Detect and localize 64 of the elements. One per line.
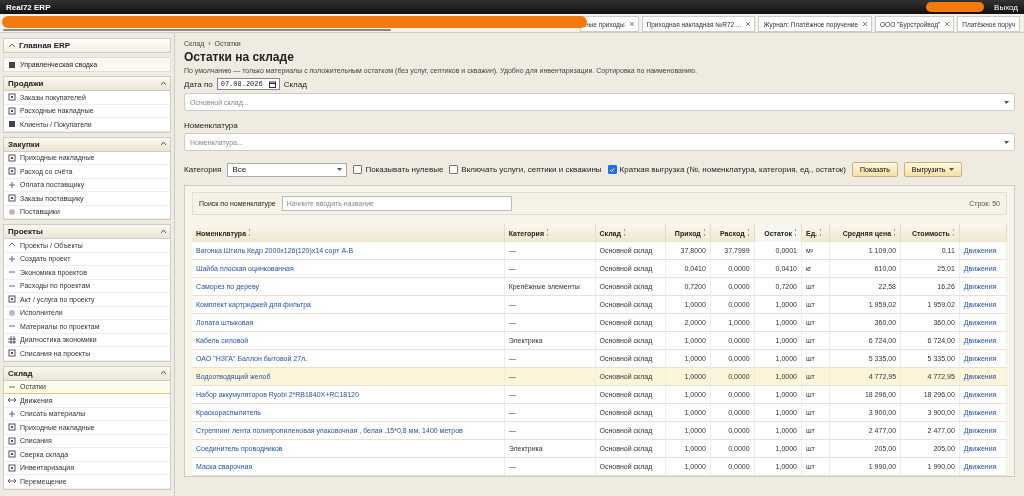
logout-link[interactable]: Выход (994, 2, 1018, 12)
category-select[interactable]: Все (227, 162, 348, 177)
dropdown-caret-icon (1004, 140, 1009, 144)
grid-icon (8, 335, 16, 344)
checkbox-label[interactable]: Краткая выгрузка (№, номенклатура, категория, ед., остаток) (619, 165, 846, 174)
dropdown-caret-icon (1004, 100, 1009, 104)
sort-icon[interactable] (793, 229, 797, 236)
sort-icon[interactable] (819, 229, 823, 236)
close-icon[interactable] (746, 22, 751, 26)
collapse-icon[interactable] (161, 142, 166, 146)
close-icon[interactable] (629, 22, 634, 26)
box-icon (8, 436, 16, 445)
box-icon (8, 153, 16, 162)
section-header[interactable]: Продажи (4, 77, 170, 91)
box-icon (8, 93, 16, 102)
checkbox-label[interactable]: Включать услуги, септики и скважины (461, 165, 602, 174)
square-icon (8, 60, 16, 69)
checkbox[interactable] (353, 165, 363, 174)
disc-icon (8, 308, 16, 317)
arrows-icon (8, 477, 16, 486)
caret-icon (949, 168, 955, 171)
checkbox[interactable] (607, 165, 617, 174)
box-icon (8, 167, 16, 176)
box-icon (8, 463, 16, 472)
dropdown-caret-icon (337, 168, 343, 171)
sort-icon[interactable] (746, 229, 750, 236)
calendar-icon[interactable] (268, 80, 276, 88)
disc-icon (8, 207, 16, 216)
section-header[interactable]: Закупки (4, 137, 170, 152)
section-header[interactable]: Проекты (4, 225, 170, 239)
redaction-mark (926, 2, 985, 12)
box-icon (8, 194, 16, 203)
home-link[interactable]: Главная ERP (3, 38, 171, 53)
plus-icon (8, 254, 16, 263)
collapse-icon[interactable] (161, 371, 166, 375)
close-icon[interactable] (863, 22, 868, 26)
sort-icon[interactable] (893, 229, 897, 236)
box-icon (8, 423, 16, 432)
box-icon (8, 349, 16, 358)
field-label: Дата по (184, 79, 213, 89)
sort-icon[interactable] (622, 229, 626, 236)
field-label: Номенклатура (184, 121, 239, 130)
plus-icon (8, 180, 16, 189)
square-icon (8, 120, 16, 129)
box-icon (8, 106, 16, 115)
sort-icon[interactable] (545, 229, 549, 236)
collapse-icon[interactable] (161, 229, 166, 234)
page-title: Остатки на складе (184, 50, 295, 64)
scrollbar[interactable] (3, 29, 391, 31)
field-label: Категория (184, 165, 222, 174)
collapse-icon[interactable] (161, 81, 166, 86)
field-label: Склад (283, 79, 307, 89)
section-header[interactable]: Склад (4, 366, 170, 381)
arrows-icon (8, 396, 16, 405)
box-icon (8, 295, 16, 304)
app-title: Real72 ERP (6, 2, 51, 12)
close-icon[interactable] (945, 22, 950, 26)
plus-icon (8, 409, 16, 418)
sort-icon[interactable] (248, 229, 252, 236)
checkbox[interactable] (449, 165, 459, 174)
sort-icon[interactable] (702, 229, 706, 236)
box-icon (8, 450, 16, 459)
checkbox-label[interactable]: Показывать нулевые (365, 165, 444, 174)
sort-icon[interactable] (951, 229, 955, 236)
